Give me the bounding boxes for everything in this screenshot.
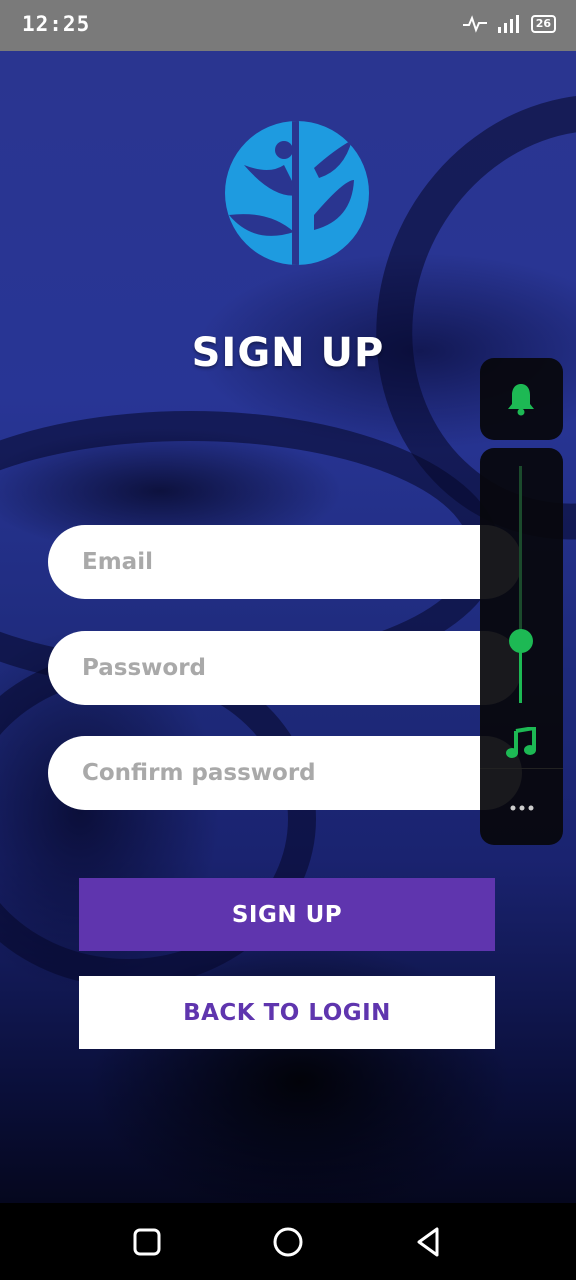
more-icon[interactable] <box>480 768 563 845</box>
ringer-toggle[interactable] <box>480 358 563 440</box>
email-field-wrapper <box>48 525 522 599</box>
back-to-login-button[interactable]: BACK TO LOGIN <box>79 976 495 1049</box>
confirm-password-field[interactable] <box>80 759 522 787</box>
bell-icon <box>508 384 534 416</box>
signal-icon <box>497 15 519 33</box>
activity-icon <box>462 15 487 33</box>
volume-panel <box>480 448 563 845</box>
recents-icon[interactable] <box>130 1225 164 1259</box>
volume-track <box>519 466 522 641</box>
battery-icon: 26 <box>530 15 556 33</box>
status-time: 12:25 <box>22 12 91 36</box>
home-icon[interactable] <box>271 1225 305 1259</box>
back-icon[interactable] <box>412 1225 446 1259</box>
status-icons: 26 <box>462 15 556 33</box>
email-field[interactable] <box>80 548 522 576</box>
password-field[interactable] <box>80 654 522 682</box>
music-note-icon[interactable] <box>506 727 536 759</box>
navigation-bar <box>0 1203 576 1280</box>
password-field-wrapper <box>48 631 522 705</box>
leaf-person-logo <box>225 121 369 265</box>
volume-slider-thumb[interactable] <box>509 629 533 653</box>
sign-up-button[interactable]: SIGN UP <box>79 878 495 951</box>
status-bar: 12:25 26 <box>0 0 576 51</box>
confirm-password-field-wrapper <box>48 736 522 810</box>
